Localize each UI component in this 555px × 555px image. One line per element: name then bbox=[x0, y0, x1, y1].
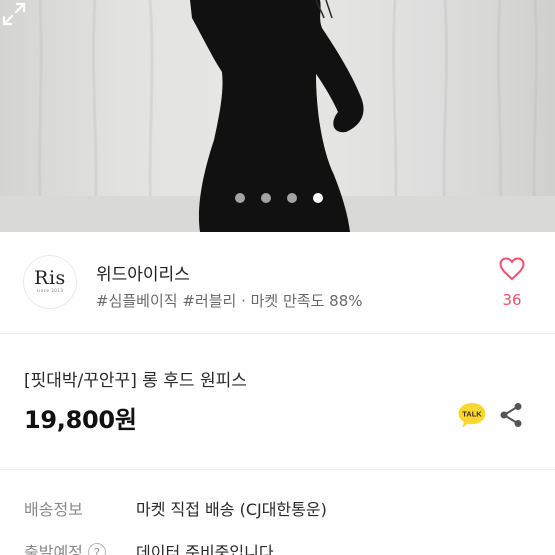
like-button[interactable]: 36 bbox=[492, 257, 532, 313]
seller-logo-subtext: since 2013 bbox=[36, 288, 64, 293]
kakao-talk-button[interactable]: TALK bbox=[457, 401, 487, 429]
seller-tags: #심플베이직 #러블리 · 마켓 만족도 88% bbox=[96, 292, 363, 310]
product-detail-page: Ris since 2013 위드아이리스 #심플베이직 #러블리 · 마켓 만… bbox=[0, 0, 555, 555]
seller-logo[interactable]: Ris since 2013 bbox=[23, 255, 77, 309]
product-title: [핏대박/꾸안꾸] 롱 후드 원피스 bbox=[24, 371, 247, 391]
carousel-dots[interactable] bbox=[235, 193, 323, 203]
talk-label: TALK bbox=[462, 410, 482, 419]
expand-icon[interactable] bbox=[0, 0, 28, 28]
seller-name[interactable]: 위드아이리스 bbox=[96, 260, 190, 285]
departure-schedule-label: 출발예정? bbox=[24, 539, 106, 555]
departure-schedule-text: 출발예정 bbox=[24, 543, 83, 555]
carousel-dot[interactable] bbox=[261, 193, 271, 203]
product-price: 19,800원 bbox=[24, 406, 137, 434]
heart-icon bbox=[499, 257, 525, 280]
carousel-dot[interactable] bbox=[235, 193, 245, 203]
departure-schedule-value: 데이터 준비중입니다 bbox=[136, 543, 274, 555]
product-image-carousel[interactable] bbox=[0, 0, 555, 232]
carousel-dot[interactable] bbox=[287, 193, 297, 203]
shipping-info-value: 마켓 직접 배송 (CJ대한통운) bbox=[136, 500, 327, 519]
section-divider bbox=[0, 469, 555, 470]
help-icon[interactable]: ? bbox=[87, 543, 106, 555]
seller-row[interactable]: Ris since 2013 위드아이리스 #심플베이직 #러블리 · 마켓 만… bbox=[0, 232, 555, 332]
shipping-info-label: 배송정보 bbox=[24, 500, 83, 519]
section-divider bbox=[0, 333, 555, 334]
carousel-dot[interactable] bbox=[313, 193, 323, 203]
seller-logo-text: Ris bbox=[34, 267, 66, 289]
like-count: 36 bbox=[502, 291, 522, 309]
share-icon[interactable] bbox=[499, 402, 523, 428]
